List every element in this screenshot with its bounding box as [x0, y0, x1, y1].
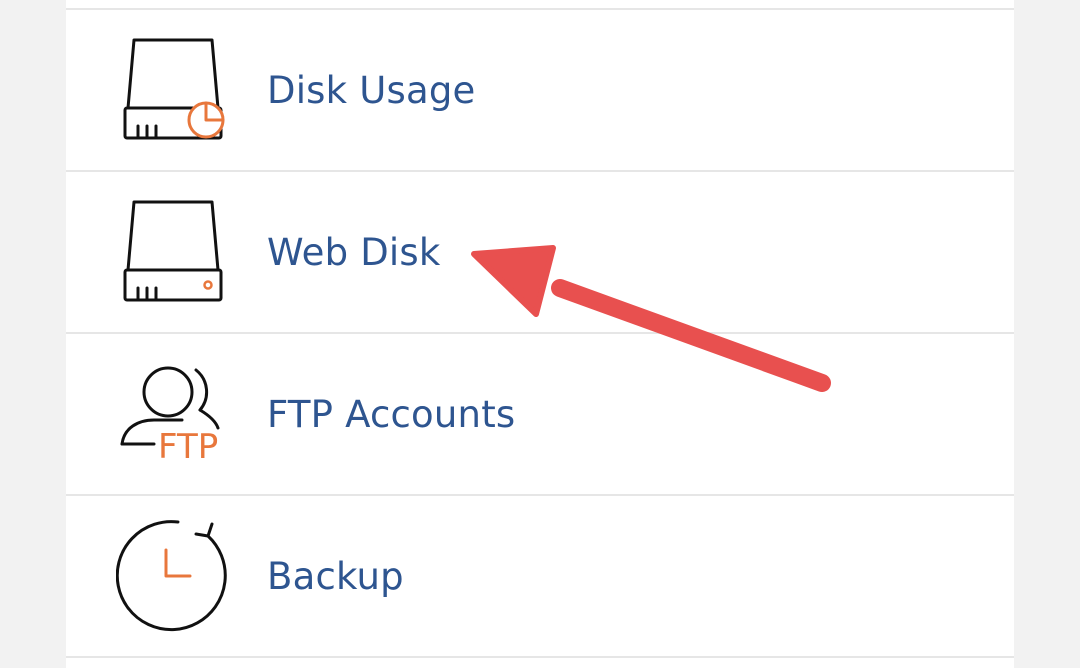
backup-icon	[116, 516, 236, 636]
screen: Disk Usage Web Disk FTP FTP Accounts Bac…	[0, 0, 1080, 668]
ftp-accounts-icon: FTP	[116, 354, 236, 474]
list-item-label: FTP Accounts	[267, 392, 516, 436]
web-disk-icon	[116, 192, 236, 312]
ftp-icon-text: FTP	[158, 427, 218, 467]
disk-usage-icon	[116, 30, 236, 150]
files-tools-list: Disk Usage Web Disk FTP FTP Accounts Bac…	[66, 8, 1014, 658]
list-item-disk-usage[interactable]: Disk Usage	[66, 10, 1014, 172]
list-item-label: Web Disk	[267, 230, 441, 274]
list-item-ftp-accounts[interactable]: FTP FTP Accounts	[66, 334, 1014, 496]
list-item-label: Disk Usage	[267, 68, 476, 112]
list-item-backup[interactable]: Backup	[66, 496, 1014, 658]
tools-panel: Disk Usage Web Disk FTP FTP Accounts Bac…	[66, 0, 1014, 668]
list-item-label: Backup	[267, 554, 404, 598]
list-item-web-disk[interactable]: Web Disk	[66, 172, 1014, 334]
